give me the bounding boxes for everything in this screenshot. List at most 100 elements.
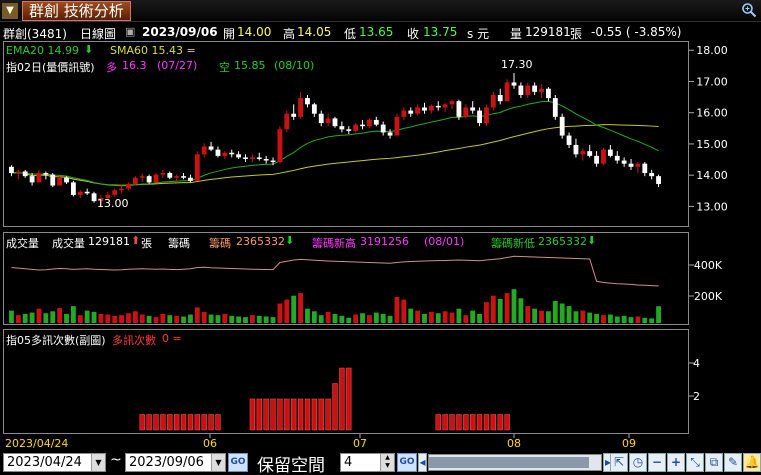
volume-bar <box>146 315 152 323</box>
clock-icon[interactable]: ◷ <box>629 453 647 472</box>
candle-body <box>656 176 661 184</box>
short-signal-label: 空 <box>219 61 230 74</box>
volume-bar <box>15 315 21 323</box>
volume-bar <box>552 300 558 323</box>
fit-window-icon[interactable]: ⤡ <box>686 453 704 472</box>
cursor-mode-icon[interactable]: ⇱ <box>610 453 628 472</box>
zoom-in-icon[interactable]: + <box>667 453 685 472</box>
date-go-button[interactable]: GO <box>228 453 248 472</box>
zoom-icon[interactable] <box>741 2 757 18</box>
window-menu-icon[interactable]: ▼ <box>2 3 18 19</box>
date-range-tilde: ~ <box>110 452 122 468</box>
volume-bar <box>518 298 524 323</box>
settings-checkbox-icon[interactable]: ▣ <box>125 25 135 38</box>
volume-bar <box>601 315 606 323</box>
candle-body <box>29 176 35 183</box>
candle-body <box>43 173 49 175</box>
candle-body <box>380 124 386 133</box>
scroll-left-icon[interactable]: ◂ <box>418 453 427 472</box>
price-tick-label: 16.00 <box>696 107 728 120</box>
candle-body <box>22 171 28 177</box>
candle-body <box>91 193 97 202</box>
candle-body <box>36 173 42 183</box>
signal-count-bar <box>470 414 476 431</box>
signal-count-bar <box>174 414 180 431</box>
volume-bar <box>656 306 661 323</box>
sma60-legend: SMA60 15.43 = <box>110 44 196 57</box>
short-signal-value: 15.85 <box>234 59 266 72</box>
volume-bar <box>222 313 228 323</box>
period-label[interactable]: 日線圖 <box>80 25 116 42</box>
reserve-space-stepper[interactable]: 4 ▲ ▼ <box>340 453 395 472</box>
volume-value: 129181 <box>525 25 571 39</box>
draw-tool-icon[interactable]: ✎ <box>724 453 742 472</box>
scrollbar-thumb[interactable] <box>429 457 589 468</box>
end-date-dropdown-icon[interactable]: ▼ <box>211 454 225 471</box>
end-date-select[interactable]: 2023/09/06 ▼ <box>125 453 226 472</box>
volume-bar <box>277 303 283 323</box>
candle-body <box>311 104 317 114</box>
volume-bar <box>105 314 111 323</box>
volume-bar <box>573 311 579 323</box>
signal-count-chart[interactable] <box>4 330 688 433</box>
volume-bar <box>360 313 365 323</box>
candle-body <box>57 177 63 186</box>
start-date-value: 2023/04/24 <box>7 455 82 470</box>
volume-bar <box>546 311 551 323</box>
volume-bar <box>346 317 352 323</box>
candle-body <box>497 94 503 102</box>
volume-bar <box>587 312 593 323</box>
signal-count-bar <box>325 398 331 431</box>
chip-high-date: (08/01) <box>424 235 465 248</box>
volume-chart-panel[interactable]: 成交量 成交量 129181 ⬆ 張 籌碼 籌碼 2365332 ⬇ 籌碼新高 … <box>3 232 689 325</box>
quote-date: 2023/09/06 <box>142 25 218 39</box>
price-tick-label: 15.00 <box>696 138 728 151</box>
candle-body <box>243 157 248 159</box>
signal-count-panel[interactable]: 指05多訊次數(副圖) 多訊次數 0 = <box>3 329 689 434</box>
candle-body <box>435 105 441 108</box>
restore-icon[interactable]: ⧉ <box>705 453 723 472</box>
candle-body <box>442 104 448 108</box>
volume-bar <box>456 308 462 323</box>
candle-body <box>628 163 634 167</box>
candle-body <box>635 163 641 167</box>
chip-low-arrow-icon: ⬇ <box>587 234 597 247</box>
volume-bar <box>607 314 613 323</box>
chart-scrollbar[interactable] <box>428 454 602 471</box>
volume-bar <box>428 311 434 323</box>
volume-bar <box>188 314 193 323</box>
volume-bar <box>380 313 386 323</box>
candle-body <box>181 176 186 178</box>
candle-body <box>594 155 600 164</box>
candle-body <box>298 98 303 117</box>
stepper-arrows-icon[interactable]: ▲ ▼ <box>380 454 394 471</box>
open-label: 開 <box>223 27 236 41</box>
signal-count-bar <box>180 414 187 431</box>
volume-bar <box>284 299 290 323</box>
reserve-go-button[interactable]: GO <box>397 453 417 472</box>
volume-bar <box>566 306 572 323</box>
candle-body <box>525 85 531 95</box>
alert-bell-icon[interactable]: 🔔 <box>743 453 761 472</box>
candle-body <box>222 152 228 156</box>
volume-bar <box>497 298 503 323</box>
signal-count-bar <box>263 398 269 431</box>
start-date-dropdown-icon[interactable]: ▼ <box>91 454 105 471</box>
candle-body <box>160 173 166 175</box>
chip-line <box>11 255 659 287</box>
candle-body <box>394 116 400 136</box>
zoom-out-icon[interactable]: − <box>648 453 666 472</box>
volume-bar <box>339 315 345 323</box>
candle-body <box>208 146 214 150</box>
volume-bar <box>119 315 124 323</box>
candle-body <box>291 113 297 117</box>
candle-body <box>546 88 551 99</box>
candle-body <box>573 144 579 155</box>
start-date-select[interactable]: 2023/04/24 ▼ <box>3 453 106 472</box>
signal-count-bar <box>201 414 207 431</box>
chip-current-label: 籌碼 <box>209 237 231 250</box>
signal-count-bar <box>339 367 345 431</box>
chip-down-arrow-icon: ⬇ <box>285 234 295 247</box>
volume-bar <box>9 310 14 323</box>
price-chart-panel[interactable]: 17.30 13.00 EMA20 14.99 ⬇ SMA60 15.43 = 指… <box>3 41 689 227</box>
